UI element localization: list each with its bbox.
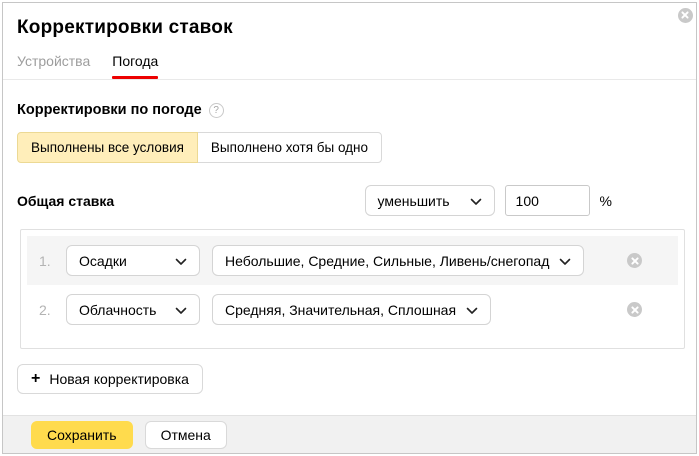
plus-icon: + bbox=[31, 371, 40, 387]
mode-all-conditions-button[interactable]: Выполнены все условия bbox=[17, 132, 198, 163]
total-bid-controls: уменьшить % bbox=[365, 185, 612, 216]
total-bid-label: Общая ставка bbox=[17, 193, 114, 209]
chevron-down-icon bbox=[175, 253, 187, 269]
page-title: Корректировки ставок bbox=[17, 17, 696, 39]
chevron-down-icon bbox=[466, 302, 478, 318]
dialog-footer: Сохранить Отмена bbox=[3, 415, 696, 453]
weather-heading-label: Корректировки по погоде bbox=[17, 102, 202, 118]
tab-bar: Устройства Погода bbox=[3, 53, 696, 80]
condition-values-value: Средняя, Значительная, Сплошная bbox=[225, 302, 456, 318]
chevron-down-icon bbox=[470, 193, 482, 209]
condition-row-1: 1. Осадки Небольшие, Средние, Сильные, Л… bbox=[27, 236, 678, 285]
condition-row-index: 1. bbox=[39, 253, 66, 269]
bid-direction-select[interactable]: уменьшить bbox=[365, 185, 495, 216]
condition-values-value: Небольшие, Средние, Сильные, Ливень/снег… bbox=[225, 253, 549, 269]
condition-values-select[interactable]: Небольшие, Средние, Сильные, Ливень/снег… bbox=[212, 245, 584, 276]
condition-values-select[interactable]: Средняя, Значительная, Сплошная bbox=[212, 294, 491, 325]
tab-devices[interactable]: Устройства bbox=[17, 53, 90, 79]
close-icon bbox=[678, 8, 693, 23]
chevron-down-icon bbox=[175, 302, 187, 318]
condition-mode-toggle: Выполнены все условия Выполнено хотя бы … bbox=[17, 132, 382, 163]
condition-row-index: 2. bbox=[39, 302, 66, 318]
bid-percent-input[interactable] bbox=[505, 185, 590, 216]
percent-sign: % bbox=[600, 193, 612, 209]
remove-condition-button[interactable] bbox=[627, 302, 642, 318]
remove-icon bbox=[627, 253, 642, 268]
weather-section-heading: Корректировки по погоде ? bbox=[17, 102, 696, 118]
dialog-close-button[interactable] bbox=[677, 7, 693, 23]
remove-condition-button[interactable] bbox=[627, 253, 642, 269]
total-bid-row: Общая ставка уменьшить % bbox=[17, 185, 685, 216]
tab-weather[interactable]: Погода bbox=[112, 53, 158, 79]
condition-parameter-value: Осадки bbox=[79, 253, 127, 269]
help-icon[interactable]: ? bbox=[209, 103, 224, 118]
bid-direction-value: уменьшить bbox=[378, 193, 450, 209]
condition-parameter-select[interactable]: Осадки bbox=[66, 245, 200, 276]
mode-any-condition-button[interactable]: Выполнено хотя бы одно bbox=[197, 132, 382, 163]
remove-icon bbox=[627, 302, 642, 317]
bid-adjustments-dialog: Корректировки ставок Устройства Погода К… bbox=[2, 2, 697, 454]
condition-parameter-value: Облачность bbox=[79, 302, 156, 318]
chevron-down-icon bbox=[559, 253, 571, 269]
condition-parameter-select[interactable]: Облачность bbox=[66, 294, 200, 325]
cancel-button[interactable]: Отмена bbox=[145, 421, 227, 449]
conditions-list: 1. Осадки Небольшие, Средние, Сильные, Л… bbox=[20, 229, 685, 349]
save-button[interactable]: Сохранить bbox=[31, 421, 133, 449]
add-adjustment-button[interactable]: + Новая корректировка bbox=[17, 364, 203, 394]
condition-row-2: 2. Облачность Средняя, Значительная, Спл… bbox=[27, 285, 678, 334]
add-adjustment-label: Новая корректировка bbox=[49, 371, 189, 387]
